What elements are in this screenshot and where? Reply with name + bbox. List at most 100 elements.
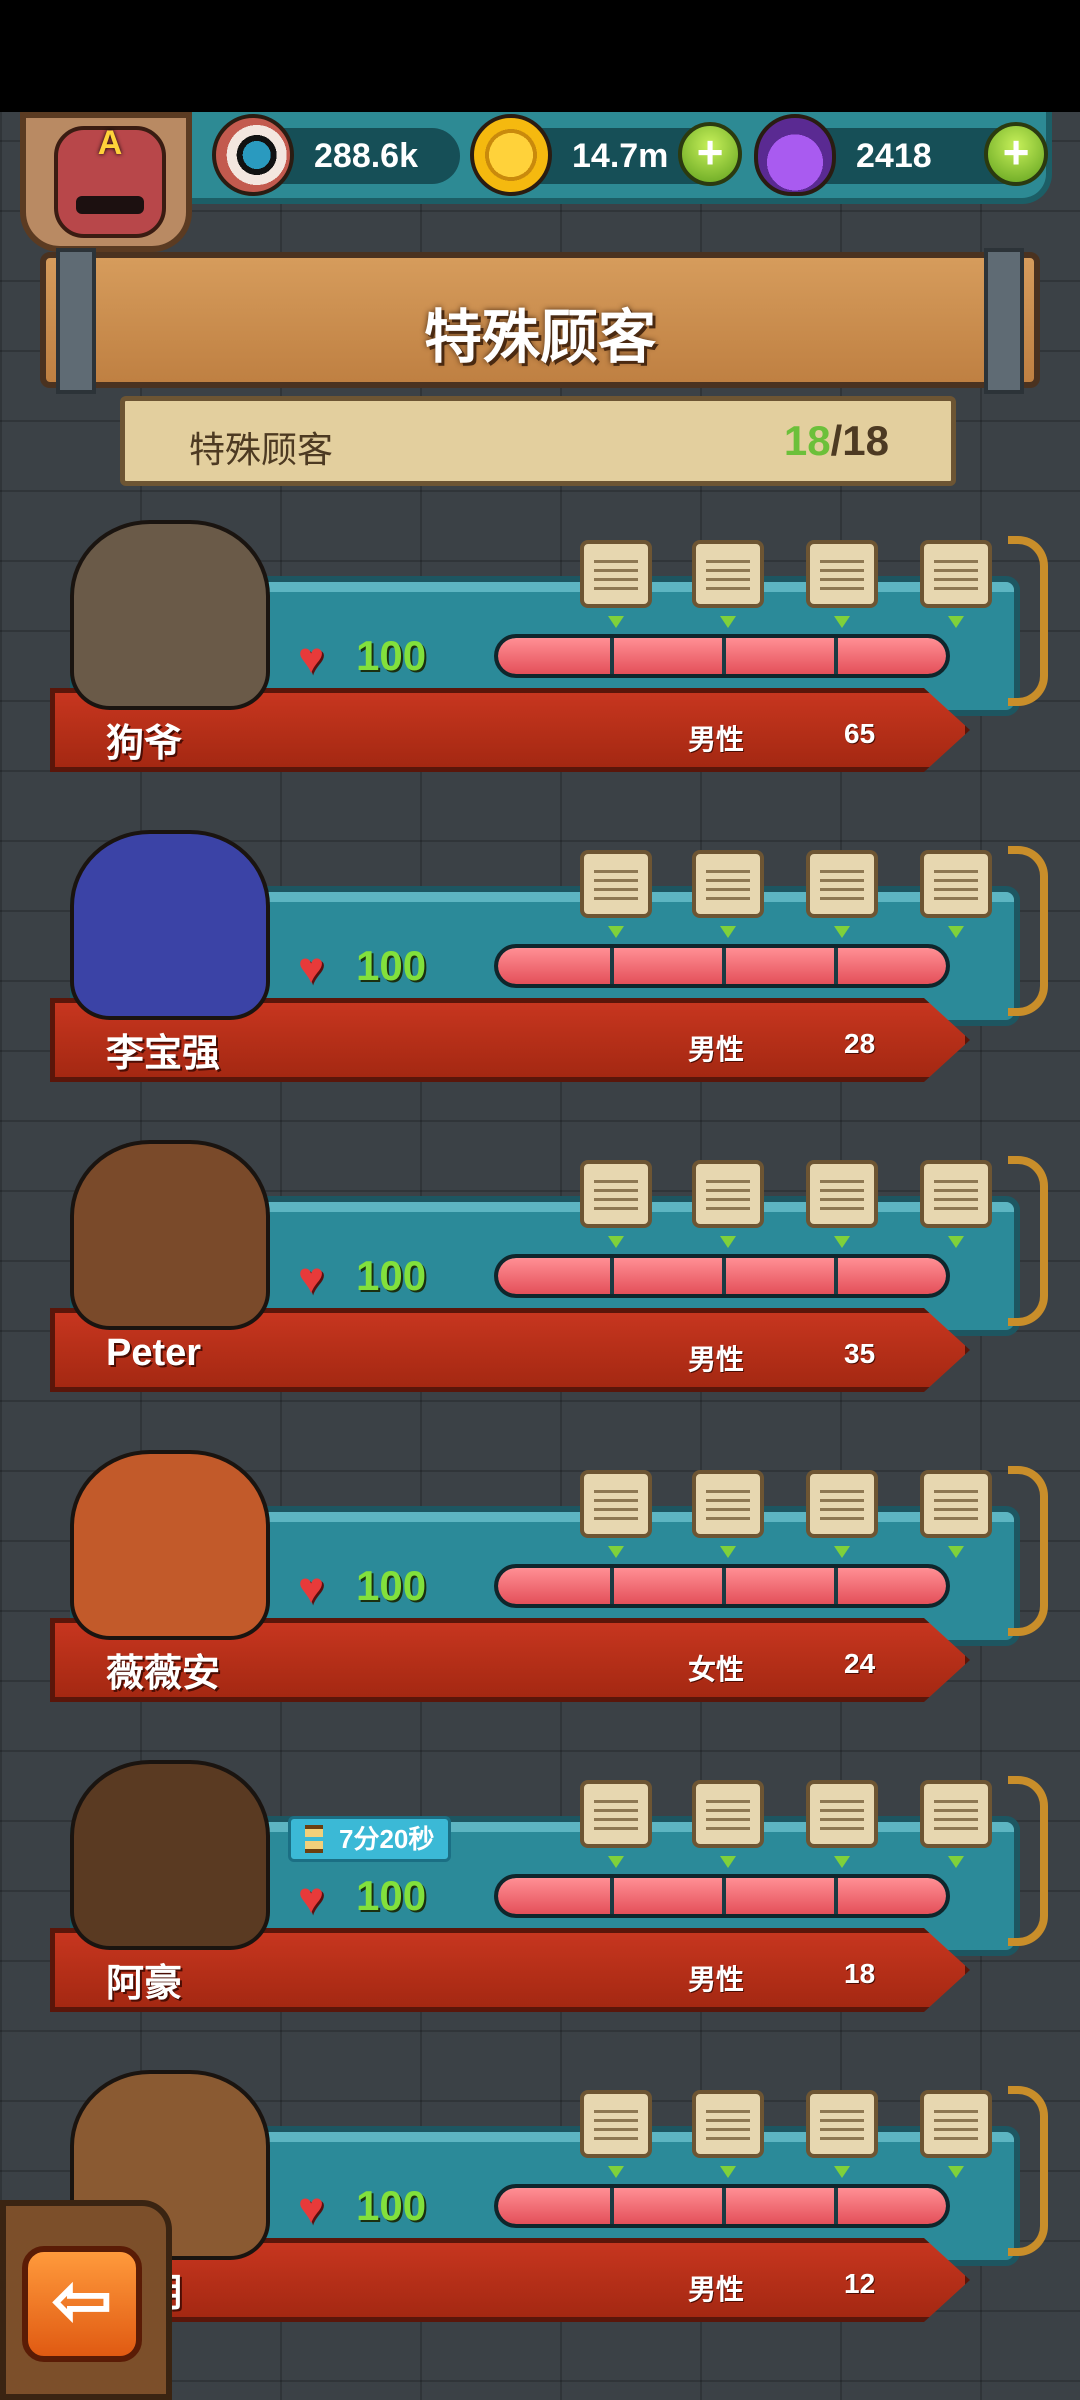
potion-icon — [754, 114, 836, 196]
customer-name: 李宝强 — [106, 1033, 221, 1075]
customer-gender: 男性 — [688, 1964, 745, 1995]
customer-gender: 女性 — [688, 1654, 745, 1685]
recipe-scroll-icon[interactable] — [692, 1780, 764, 1848]
back-button[interactable]: ⇦ — [22, 2246, 142, 2362]
hp-bar-divider — [722, 1568, 726, 1604]
heart-icon: ♥ — [298, 634, 325, 683]
heart-icon: ♥ — [298, 1254, 325, 1303]
hp-bar-divider — [610, 1258, 614, 1294]
scroll-marker-icon — [834, 2166, 850, 2178]
scroll-marker-icon — [948, 926, 964, 938]
hp-value: 100 — [356, 1562, 427, 1609]
customer-name: Peter — [106, 1332, 202, 1374]
recipe-scroll-icon[interactable] — [920, 2090, 992, 2158]
recipe-scroll-icon[interactable] — [806, 1780, 878, 1848]
scroll-marker-icon — [948, 616, 964, 628]
customer-gender: 男性 — [688, 2274, 745, 2305]
recipe-scroll-icon[interactable] — [580, 1780, 652, 1848]
card-hook — [1008, 1156, 1048, 1326]
hp-bar-divider — [834, 948, 838, 984]
hp-bar — [494, 634, 950, 678]
hp-bar-divider — [610, 1568, 614, 1604]
heart-icon: ♥ — [298, 1564, 325, 1613]
hp-bar-divider — [610, 1878, 614, 1914]
recipe-scroll-icon[interactable] — [692, 540, 764, 608]
customer-portrait[interactable] — [70, 1760, 270, 1950]
customer-portrait[interactable] — [70, 1450, 270, 1640]
recipe-scroll-icon[interactable] — [806, 1160, 878, 1228]
recipe-scroll-icon[interactable] — [806, 1470, 878, 1538]
recipe-scroll-icon[interactable] — [692, 850, 764, 918]
hp-bar-divider — [722, 1258, 726, 1294]
player-avatar-badge[interactable]: A — [20, 112, 192, 252]
customer-card[interactable]: ♥ 100 Peter 男性 35 — [40, 1140, 1048, 1400]
page-title: 特殊顾客 — [423, 305, 656, 370]
hp-bar — [494, 2184, 950, 2228]
customer-card[interactable]: ♥ 100 李宝强 男性 28 — [40, 830, 1048, 1090]
customer-card[interactable]: ♥100…明男性12 — [40, 2070, 1048, 2330]
coin-counter: 14.7m + — [470, 114, 742, 196]
customer-age: 28 — [844, 1028, 876, 1059]
status-bar — [0, 0, 1080, 112]
customer-card[interactable]: ♥ 100 狗爷 男性 65 — [40, 520, 1048, 780]
hp-bar-divider — [722, 948, 726, 984]
recipe-scroll-icon[interactable] — [920, 1160, 992, 1228]
recipe-scroll-icon[interactable] — [806, 2090, 878, 2158]
hp-bar — [494, 1564, 950, 1608]
scroll-marker-icon — [720, 1236, 736, 1248]
timer-text: 7分20秒 — [339, 1824, 435, 1854]
cooldown-timer: 7分20秒 — [288, 1816, 452, 1862]
heart-icon: ♥ — [298, 2184, 325, 2233]
monster-avatar: A — [54, 124, 166, 238]
recipe-scroll-icon[interactable] — [806, 850, 878, 918]
recipe-scroll-icon[interactable] — [920, 850, 992, 918]
hp-value: 100 — [356, 1252, 427, 1299]
customer-portrait[interactable] — [70, 1140, 270, 1330]
hp-value: 100 — [356, 1872, 427, 1919]
scroll-marker-icon — [948, 1856, 964, 1868]
recipe-scroll-icon[interactable] — [920, 540, 992, 608]
avatar-teeth — [76, 196, 144, 214]
recipe-scroll-icon[interactable] — [580, 850, 652, 918]
card-hook — [1008, 846, 1048, 1016]
recipe-scroll-icon[interactable] — [580, 1470, 652, 1538]
card-hook — [1008, 1776, 1048, 1946]
hp-value: 100 — [356, 632, 427, 679]
scroll-marker-icon — [720, 926, 736, 938]
recipe-scroll-icon[interactable] — [692, 2090, 764, 2158]
scroll-marker-icon — [608, 1546, 624, 1558]
customer-age: 65 — [844, 718, 876, 749]
scroll-marker-icon — [834, 616, 850, 628]
customer-age: 18 — [844, 1958, 876, 1989]
hp-bar-divider — [722, 638, 726, 674]
hp-bar-divider — [834, 2188, 838, 2224]
customer-name: 阿豪 — [106, 1963, 183, 2005]
customer-portrait[interactable] — [70, 830, 270, 1020]
recipe-scroll-icon[interactable] — [580, 1160, 652, 1228]
rank-letter: A — [97, 124, 123, 162]
customer-portrait[interactable] — [70, 520, 270, 710]
customer-card[interactable]: ♥ 100 薇薇安 女性 24 — [40, 1450, 1048, 1710]
hp-bar — [494, 944, 950, 988]
scroll-marker-icon — [720, 2166, 736, 2178]
card-hook — [1008, 1466, 1048, 1636]
title-board: 特殊顾客 — [40, 248, 1040, 394]
scroll-marker-icon — [608, 926, 624, 938]
currency-bar: 288.6k 14.7m + 2418 + — [150, 112, 1052, 204]
add-potion-button[interactable]: + — [984, 122, 1048, 186]
card-hook — [1008, 2086, 1048, 2256]
recipe-scroll-icon[interactable] — [920, 1780, 992, 1848]
recipe-scroll-icon[interactable] — [580, 540, 652, 608]
recipe-scroll-icon[interactable] — [692, 1160, 764, 1228]
recipe-scroll-icon[interactable] — [806, 540, 878, 608]
hp-bar-divider — [834, 638, 838, 674]
scroll-marker-icon — [608, 1236, 624, 1248]
card-hook — [1008, 536, 1048, 706]
add-coins-button[interactable]: + — [678, 122, 742, 186]
recipe-scroll-icon[interactable] — [580, 2090, 652, 2158]
recipe-scroll-icon[interactable] — [920, 1470, 992, 1538]
customer-name: 薇薇安 — [106, 1653, 221, 1695]
customer-card[interactable]: ♥ 100 7分20秒 阿豪 男性 18 — [40, 1760, 1048, 2020]
recipe-scroll-icon[interactable] — [692, 1470, 764, 1538]
hp-bar — [494, 1874, 950, 1918]
